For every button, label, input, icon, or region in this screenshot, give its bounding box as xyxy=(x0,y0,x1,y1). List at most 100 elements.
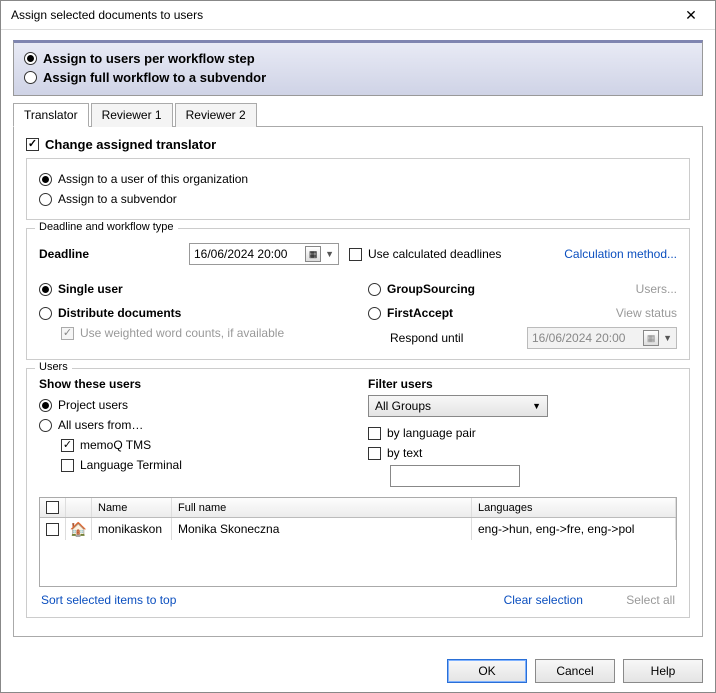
distribute-documents-option[interactable]: Distribute documents xyxy=(39,303,348,323)
header-name[interactable]: Name xyxy=(92,498,172,517)
row-checkbox[interactable] xyxy=(46,523,59,536)
calculation-method-link[interactable]: Calculation method... xyxy=(564,247,677,261)
window-title: Assign selected documents to users xyxy=(11,8,671,22)
radio-icon xyxy=(39,193,52,206)
single-user-label: Single user xyxy=(58,282,123,296)
assign-org-option[interactable]: Assign to a user of this organization xyxy=(39,169,677,189)
mode-full-subvendor-label: Assign full workflow to a subvendor xyxy=(43,70,266,85)
radio-icon xyxy=(39,307,52,320)
clear-selection-link[interactable]: Clear selection xyxy=(504,593,583,607)
radio-icon xyxy=(24,71,37,84)
weighted-counts-toggle: Use weighted word counts, if available xyxy=(39,323,348,343)
radio-icon xyxy=(39,173,52,186)
cell-name: monikaskon xyxy=(92,518,172,540)
first-accept-label: FirstAccept xyxy=(387,306,453,320)
assignment-mode-panel: Assign to users per workflow step Assign… xyxy=(13,40,703,96)
chevron-down-icon: ▼ xyxy=(532,401,541,411)
deadline-row: Deadline 16/06/2024 20:00 ▦ ▼ Use calcul… xyxy=(39,237,677,271)
group-filter-value: All Groups xyxy=(375,399,431,413)
sort-to-top-link[interactable]: Sort selected items to top xyxy=(41,593,176,607)
cancel-button[interactable]: Cancel xyxy=(535,659,615,683)
header-languages[interactable]: Languages xyxy=(472,498,676,517)
tab-translator-label: Translator xyxy=(24,108,78,122)
header-icon-col xyxy=(66,498,92,517)
group-sourcing-label: GroupSourcing xyxy=(387,282,475,296)
use-calculated-toggle[interactable]: Use calculated deadlines xyxy=(349,244,501,264)
radio-icon xyxy=(368,307,381,320)
tab-translator[interactable]: Translator xyxy=(13,103,89,127)
show-users-head: Show these users xyxy=(39,377,348,391)
users-table-header: Name Full name Languages xyxy=(40,498,676,518)
deadline-value: 16/06/2024 20:00 xyxy=(194,247,301,261)
by-text-input[interactable] xyxy=(390,465,520,487)
radio-icon xyxy=(24,52,37,65)
checkbox-icon xyxy=(349,248,362,261)
dialog-window: Assign selected documents to users ✕ Ass… xyxy=(0,0,716,693)
chevron-down-icon: ▼ xyxy=(663,333,672,343)
checkbox-icon xyxy=(61,439,74,452)
assign-subvendor-option[interactable]: Assign to a subvendor xyxy=(39,189,677,209)
help-label: Help xyxy=(651,664,676,678)
close-button[interactable]: ✕ xyxy=(671,1,711,29)
dialog-content: Assign to users per workflow step Assign… xyxy=(1,30,715,649)
group-sourcing-option[interactable]: GroupSourcing xyxy=(368,279,475,299)
help-button[interactable]: Help xyxy=(623,659,703,683)
chevron-down-icon: ▼ xyxy=(325,249,334,259)
header-checkbox-col[interactable] xyxy=(40,498,66,517)
calendar-icon: ▦ xyxy=(305,246,321,262)
memoq-tms-toggle[interactable]: memoQ TMS xyxy=(39,435,348,455)
change-translator-label: Change assigned translator xyxy=(45,137,216,152)
respond-until-label: Respond until xyxy=(390,331,463,345)
checkbox-icon xyxy=(61,327,74,340)
by-text-label: by text xyxy=(387,446,422,460)
single-user-option[interactable]: Single user xyxy=(39,279,348,299)
by-language-label: by language pair xyxy=(387,426,476,440)
tab-reviewer2[interactable]: Reviewer 2 xyxy=(175,103,257,127)
select-all-link[interactable]: Select all xyxy=(626,593,675,607)
deadline-legend: Deadline and workflow type xyxy=(35,221,178,233)
change-translator-toggle[interactable]: Change assigned translator xyxy=(26,137,690,152)
first-accept-option[interactable]: FirstAccept xyxy=(368,303,453,323)
by-text-toggle[interactable]: by text xyxy=(368,443,677,463)
filter-users-head: Filter users xyxy=(368,377,677,391)
assign-org-label: Assign to a user of this organization xyxy=(58,172,248,186)
respond-until-row: Respond until 16/06/2024 20:00 ▦ ▼ xyxy=(368,327,677,349)
project-users-option[interactable]: Project users xyxy=(39,395,348,415)
language-terminal-toggle[interactable]: Language Terminal xyxy=(39,455,348,475)
by-language-toggle[interactable]: by language pair xyxy=(368,423,677,443)
header-full-name[interactable]: Full name xyxy=(172,498,472,517)
deadline-input[interactable]: 16/06/2024 20:00 ▦ ▼ xyxy=(189,243,339,265)
mode-full-subvendor-option[interactable]: Assign full workflow to a subvendor xyxy=(24,68,692,87)
group-filter-select[interactable]: All Groups ▼ xyxy=(368,395,548,417)
all-users-from-label: All users from… xyxy=(58,418,143,432)
weighted-counts-label: Use weighted word counts, if available xyxy=(80,326,284,340)
radio-icon xyxy=(39,399,52,412)
all-users-from-option[interactable]: All users from… xyxy=(39,415,348,435)
tab-reviewer2-label: Reviewer 2 xyxy=(186,108,246,122)
memoq-tms-label: memoQ TMS xyxy=(80,438,151,452)
radio-icon xyxy=(39,283,52,296)
cell-full-name: Monika Skoneczna xyxy=(172,518,472,540)
ok-button[interactable]: OK xyxy=(447,659,527,683)
checkbox-icon xyxy=(46,501,59,514)
close-icon: ✕ xyxy=(685,7,697,24)
deadline-fieldset: Deadline and workflow type Deadline 16/0… xyxy=(26,228,690,360)
mode-per-step-label: Assign to users per workflow step xyxy=(43,51,255,66)
table-row[interactable]: 🏠 monikaskon Monika Skoneczna eng->hun, … xyxy=(40,518,676,540)
tab-reviewer1[interactable]: Reviewer 1 xyxy=(91,103,173,127)
assign-target-panel: Assign to a user of this organization As… xyxy=(26,158,690,220)
users-link[interactable]: Users... xyxy=(636,282,677,296)
respond-until-input: 16/06/2024 20:00 ▦ ▼ xyxy=(527,327,677,349)
radio-icon xyxy=(39,419,52,432)
table-actions-row: Sort selected items to top Clear selecti… xyxy=(39,587,677,607)
language-terminal-label: Language Terminal xyxy=(80,458,182,472)
mode-per-step-option[interactable]: Assign to users per workflow step xyxy=(24,49,692,68)
radio-icon xyxy=(368,283,381,296)
respond-until-value: 16/06/2024 20:00 xyxy=(532,331,639,345)
distribute-documents-label: Distribute documents xyxy=(58,306,181,320)
cell-languages: eng->hun, eng->fre, eng->pol xyxy=(472,518,676,540)
view-status-link[interactable]: View status xyxy=(616,306,677,320)
dialog-footer: OK Cancel Help xyxy=(1,649,715,693)
cancel-label: Cancel xyxy=(556,664,593,678)
checkbox-icon xyxy=(26,138,39,151)
